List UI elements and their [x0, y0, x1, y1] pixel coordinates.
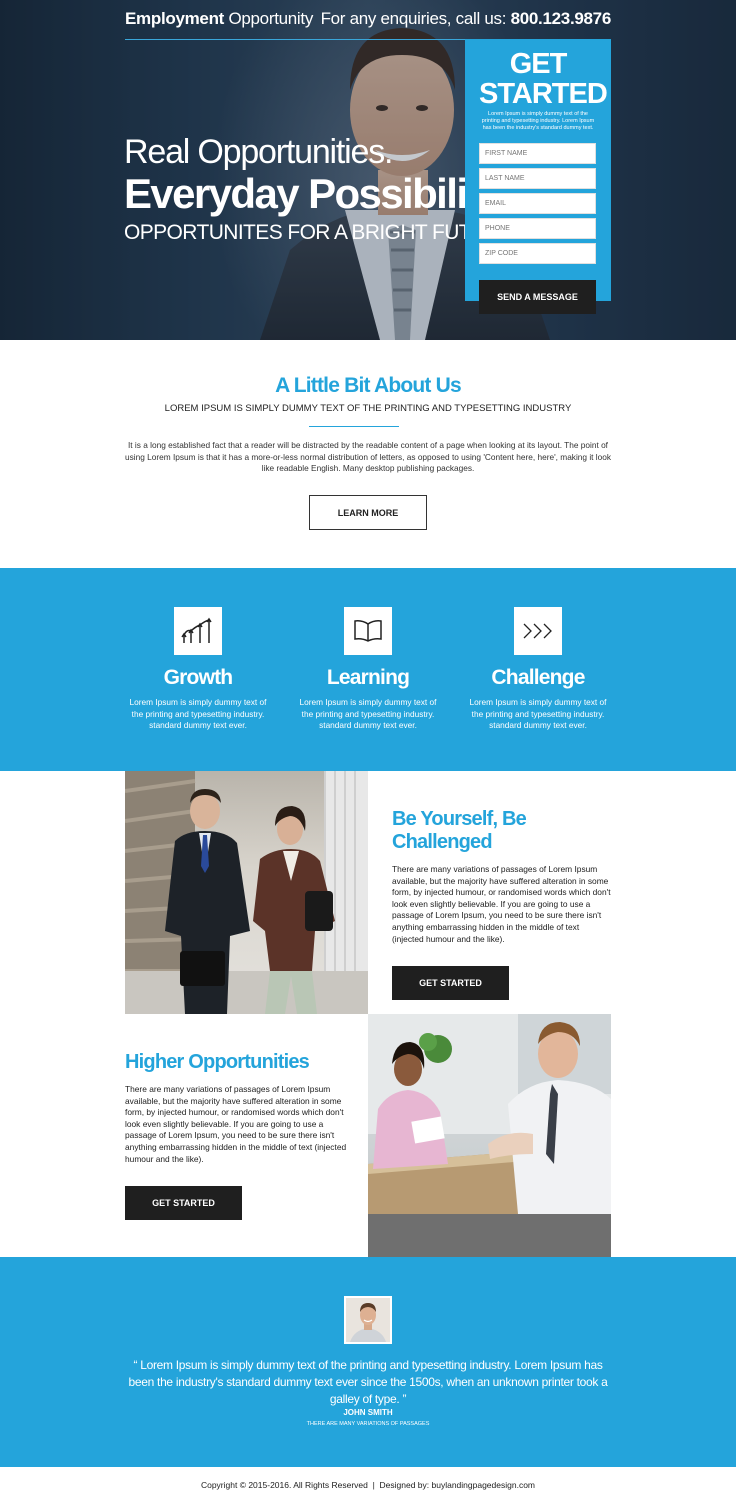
form-title: GET STARTED: [479, 48, 608, 110]
section-paragraph: There are many variations of passages of…: [392, 864, 611, 944]
footer-copyright: Copyright © 2015-2016. All Rights Reserv…: [200, 1480, 536, 1490]
brand-logo: Employment Opportunity: [125, 9, 314, 28]
feature-learning: Learning Lorem Ipsum is simply dummy tex…: [295, 607, 441, 732]
section-higher-opportunities: Higher Opportunities There are many vari…: [125, 1014, 347, 1221]
top-bar: Employment Opportunity For any enquiries…: [125, 0, 611, 40]
section-title: Be Yourself, Be Challenged: [392, 808, 527, 853]
about-section: A Little Bit About Us LOREM IPSUM IS SIM…: [0, 340, 736, 568]
about-paragraph: It is a long established fact that a rea…: [125, 440, 612, 473]
footer: Copyright © 2015-2016. All Rights Reserv…: [0, 1467, 736, 1506]
hero-headline-1: Real Opportunities.: [124, 133, 393, 171]
feature-title: Learning: [326, 666, 410, 689]
first-name-field[interactable]: [479, 143, 596, 164]
feature-text: Lorem Ipsum is simply dummy text of the …: [299, 697, 437, 730]
form-description: Lorem Ipsum is simply dummy text of the …: [481, 111, 595, 131]
send-message-button[interactable]: SEND A MESSAGE: [479, 280, 596, 314]
features-section: Growth Lorem Ipsum is simply dummy text …: [0, 568, 736, 771]
business-couple-photo: [125, 771, 368, 1014]
get-started-button[interactable]: GET STARTED: [392, 966, 509, 1001]
lead-form: GET STARTED Lorem Ipsum is simply dummy …: [465, 39, 611, 314]
feature-title: Growth: [163, 666, 234, 689]
enquiry-phone: For any enquiries, call us: 800.123.9876: [320, 9, 612, 28]
section-title: Higher Opportunities: [125, 1051, 310, 1073]
hero-tagline: OPPORTUNITES FOR A BRIGHT FUTURE.: [124, 221, 519, 244]
testimonial-section: “ Lorem Ipsum is simply dummy text of th…: [0, 1257, 736, 1467]
office-meeting-photo: [368, 1014, 611, 1257]
testimonial-quote: “ Lorem Ipsum is simply dummy text of th…: [128, 1358, 608, 1406]
hero-section: Employment Opportunity For any enquiries…: [0, 0, 736, 340]
about-subtitle: LOREM IPSUM IS SIMPLY DUMMY TEXT OF THE …: [164, 403, 572, 414]
zip-code-field[interactable]: [479, 243, 596, 264]
divider: [309, 426, 399, 427]
chevrons-right-icon: [514, 607, 562, 655]
about-title: A Little Bit About Us: [275, 374, 462, 397]
feature-text: Lorem Ipsum is simply dummy text of the …: [129, 697, 267, 730]
open-book-icon: [344, 607, 392, 655]
last-name-field[interactable]: [479, 168, 596, 189]
learn-more-button[interactable]: LEARN MORE: [309, 495, 427, 530]
feature-text: Lorem Ipsum is simply dummy text of the …: [469, 697, 607, 730]
get-started-button[interactable]: GET STARTED: [125, 1186, 242, 1221]
feature-challenge: Challenge Lorem Ipsum is simply dummy te…: [465, 607, 611, 732]
testimonial-role: THERE ARE MANY VARIATIONS OF PASSAGES: [306, 1421, 430, 1427]
email-field[interactable]: [479, 193, 596, 214]
section-be-yourself: Be Yourself, Be Challenged There are man…: [392, 771, 611, 1001]
section-paragraph: There are many variations of passages of…: [125, 1084, 347, 1164]
phone-number[interactable]: 800.123.9876: [511, 9, 612, 28]
avatar: [344, 1296, 392, 1344]
feature-title: Challenge: [491, 666, 585, 689]
phone-field[interactable]: [479, 218, 596, 239]
growth-arrows-icon: [174, 607, 222, 655]
feature-growth: Growth Lorem Ipsum is simply dummy text …: [125, 607, 271, 732]
testimonial-name: JOHN SMITH: [343, 1408, 393, 1417]
